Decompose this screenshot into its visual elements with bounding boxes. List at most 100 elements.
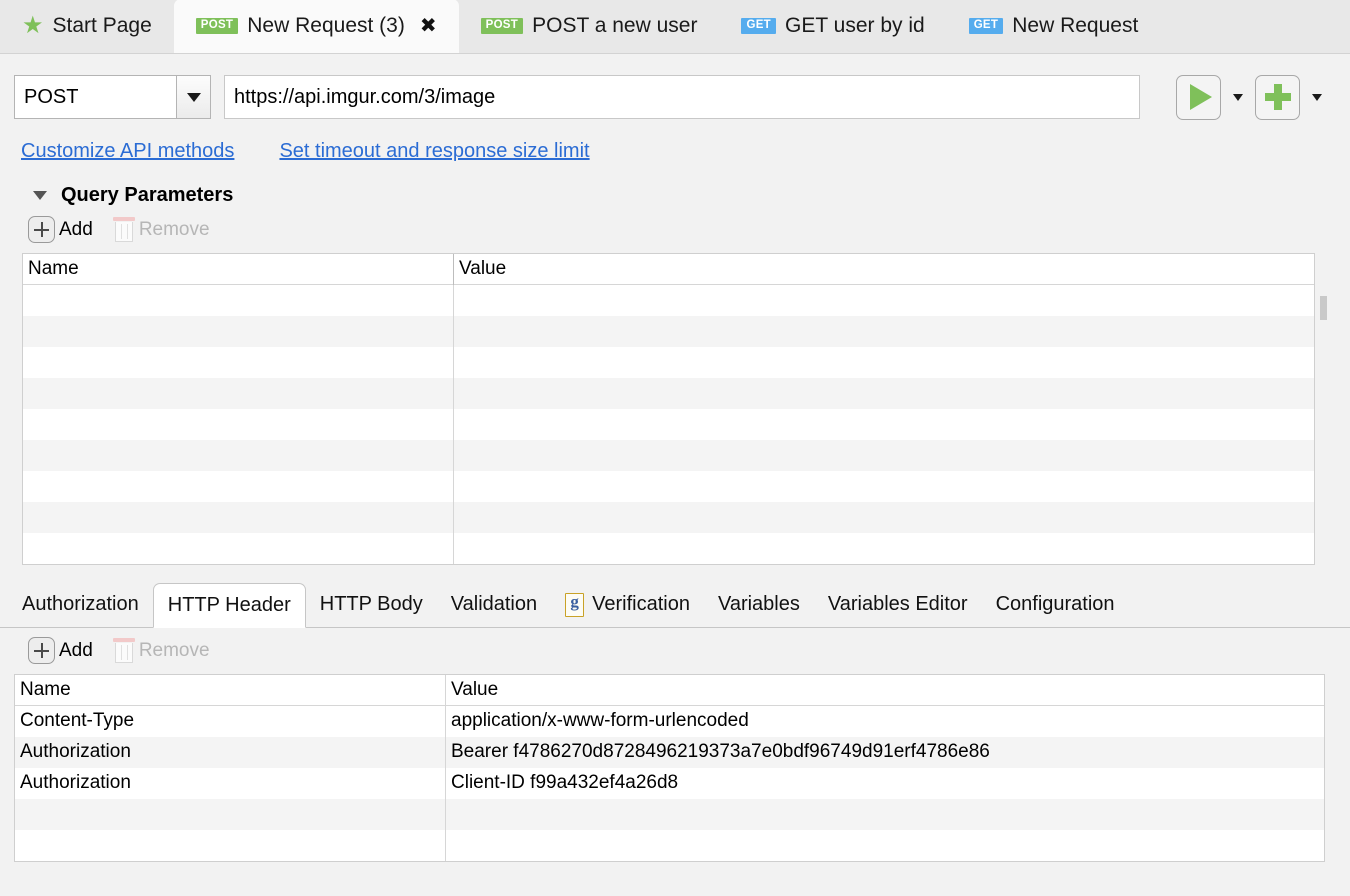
add-request-button[interactable] — [1255, 75, 1300, 120]
cell-value[interactable]: application/x-www-form-urlencoded — [446, 706, 1324, 737]
cell-value[interactable] — [454, 285, 1314, 316]
cell-value[interactable] — [454, 316, 1314, 347]
cell-value[interactable] — [454, 409, 1314, 440]
get-method-badge: GET — [969, 18, 1004, 34]
request-detail-tab-strip: Authorization HTTP Header HTTP Body Vali… — [0, 583, 1350, 628]
table-row[interactable]: Authorization Bearer f4786270d8728496219… — [15, 737, 1324, 768]
close-icon[interactable]: ✖ — [420, 16, 437, 36]
query-parameters-table[interactable]: Name Value — [22, 253, 1315, 565]
plus-square-icon — [28, 216, 55, 243]
subtab-label: HTTP Body — [320, 593, 423, 616]
cell-value[interactable] — [454, 440, 1314, 471]
table-row[interactable] — [23, 409, 1314, 440]
table-row[interactable]: Content-Type application/x-www-form-urle… — [15, 706, 1324, 737]
http-header-add-button[interactable]: Add — [28, 637, 93, 664]
cell-name[interactable] — [23, 440, 454, 471]
subtab-label: Authorization — [22, 593, 139, 616]
tab-post-a-new-user[interactable]: POST POST a new user — [459, 0, 720, 53]
table-row[interactable] — [23, 502, 1314, 533]
add-label: Add — [59, 219, 93, 241]
cell-name[interactable] — [15, 830, 446, 861]
table-row[interactable]: Authorization Client-ID f99a432ef4a26d8 — [15, 768, 1324, 799]
cell-name[interactable] — [23, 409, 454, 440]
cell-value[interactable] — [446, 830, 1324, 861]
tab-authorization[interactable]: Authorization — [8, 582, 153, 627]
table-row[interactable] — [23, 316, 1314, 347]
cell-name[interactable]: Authorization — [15, 737, 446, 768]
tab-label: New Request (3) — [247, 14, 405, 38]
tab-label: GET user by id — [785, 14, 925, 38]
cell-name[interactable] — [23, 471, 454, 502]
cell-name[interactable] — [23, 378, 454, 409]
query-param-add-button[interactable]: Add — [28, 216, 93, 243]
table-header-row: Name Value — [23, 254, 1314, 285]
cell-value[interactable] — [446, 799, 1324, 830]
cell-name[interactable] — [23, 533, 454, 564]
table-row[interactable] — [15, 830, 1324, 861]
tab-new-request-3[interactable]: POST New Request (3) ✖ — [174, 0, 459, 53]
http-header-table[interactable]: Name Value Content-Type application/x-ww… — [14, 674, 1325, 862]
table-row[interactable] — [23, 347, 1314, 378]
collapse-triangle-icon[interactable] — [33, 191, 47, 200]
send-options-chevron-down-icon[interactable] — [1233, 94, 1243, 101]
customize-api-methods-link[interactable]: Customize API methods — [21, 140, 234, 163]
subtab-label: Configuration — [996, 593, 1115, 616]
cell-value[interactable] — [454, 502, 1314, 533]
tab-validation[interactable]: Validation — [437, 582, 551, 627]
tab-variables[interactable]: Variables — [704, 582, 814, 627]
tab-verification[interactable]: Verification — [551, 582, 704, 627]
get-method-badge: GET — [741, 18, 776, 34]
trash-icon — [113, 638, 135, 663]
http-header-remove-button: Remove — [113, 638, 210, 663]
chevron-down-icon[interactable] — [176, 76, 210, 118]
table-row[interactable] — [23, 285, 1314, 316]
tab-variables-editor[interactable]: Variables Editor — [814, 582, 982, 627]
table-row[interactable] — [23, 533, 1314, 564]
table-row[interactable] — [15, 799, 1324, 830]
column-header-name: Name — [15, 675, 446, 706]
table-row[interactable] — [23, 378, 1314, 409]
add-options-chevron-down-icon[interactable] — [1312, 94, 1322, 101]
groovy-script-icon — [565, 593, 584, 617]
post-method-badge: POST — [196, 18, 239, 34]
tab-get-user-by-id[interactable]: GET GET user by id — [719, 0, 946, 53]
query-parameters-scrollbar[interactable] — [1320, 296, 1327, 320]
tab-http-body[interactable]: HTTP Body — [306, 582, 437, 627]
cell-name[interactable] — [23, 285, 454, 316]
add-label: Add — [59, 640, 93, 662]
star-icon: ★ — [22, 14, 44, 38]
subtab-label: Variables Editor — [828, 593, 968, 616]
cell-value[interactable] — [454, 378, 1314, 409]
cell-name[interactable] — [23, 502, 454, 533]
cell-value[interactable] — [454, 533, 1314, 564]
query-parameters-header[interactable]: Query Parameters — [0, 163, 1350, 207]
cell-value[interactable]: Client-ID f99a432ef4a26d8 — [446, 768, 1324, 799]
cell-name[interactable] — [23, 347, 454, 378]
tab-start-page[interactable]: ★ Start Page — [0, 0, 174, 53]
tab-label: New Request — [1012, 14, 1138, 38]
table-header-row: Name Value — [15, 675, 1324, 706]
cell-name[interactable]: Content-Type — [15, 706, 446, 737]
request-url-input[interactable]: https://api.imgur.com/3/image — [224, 75, 1140, 119]
send-request-button[interactable] — [1176, 75, 1221, 120]
cell-value[interactable]: Bearer f4786270d8728496219373a7e0bdf9674… — [446, 737, 1324, 768]
cell-name[interactable] — [15, 799, 446, 830]
cell-name[interactable]: Authorization — [15, 768, 446, 799]
subtab-label: Variables — [718, 593, 800, 616]
column-header-name: Name — [23, 254, 454, 285]
http-method-select[interactable]: POST — [14, 75, 211, 119]
editor-tab-bar: ★ Start Page POST New Request (3) ✖ POST… — [0, 0, 1350, 54]
tab-http-header[interactable]: HTTP Header — [153, 583, 306, 628]
post-method-badge: POST — [481, 18, 524, 34]
http-header-toolbar: Add Remove — [0, 628, 1350, 664]
table-row[interactable] — [23, 440, 1314, 471]
http-method-value: POST — [15, 86, 78, 109]
cell-value[interactable] — [454, 471, 1314, 502]
table-row[interactable] — [23, 471, 1314, 502]
cell-value[interactable] — [454, 347, 1314, 378]
tab-configuration[interactable]: Configuration — [982, 582, 1129, 627]
tab-new-request[interactable]: GET New Request — [947, 0, 1161, 53]
subtab-label: Verification — [592, 593, 690, 616]
cell-name[interactable] — [23, 316, 454, 347]
set-timeout-and-response-size-limit-link[interactable]: Set timeout and response size limit — [279, 140, 589, 163]
